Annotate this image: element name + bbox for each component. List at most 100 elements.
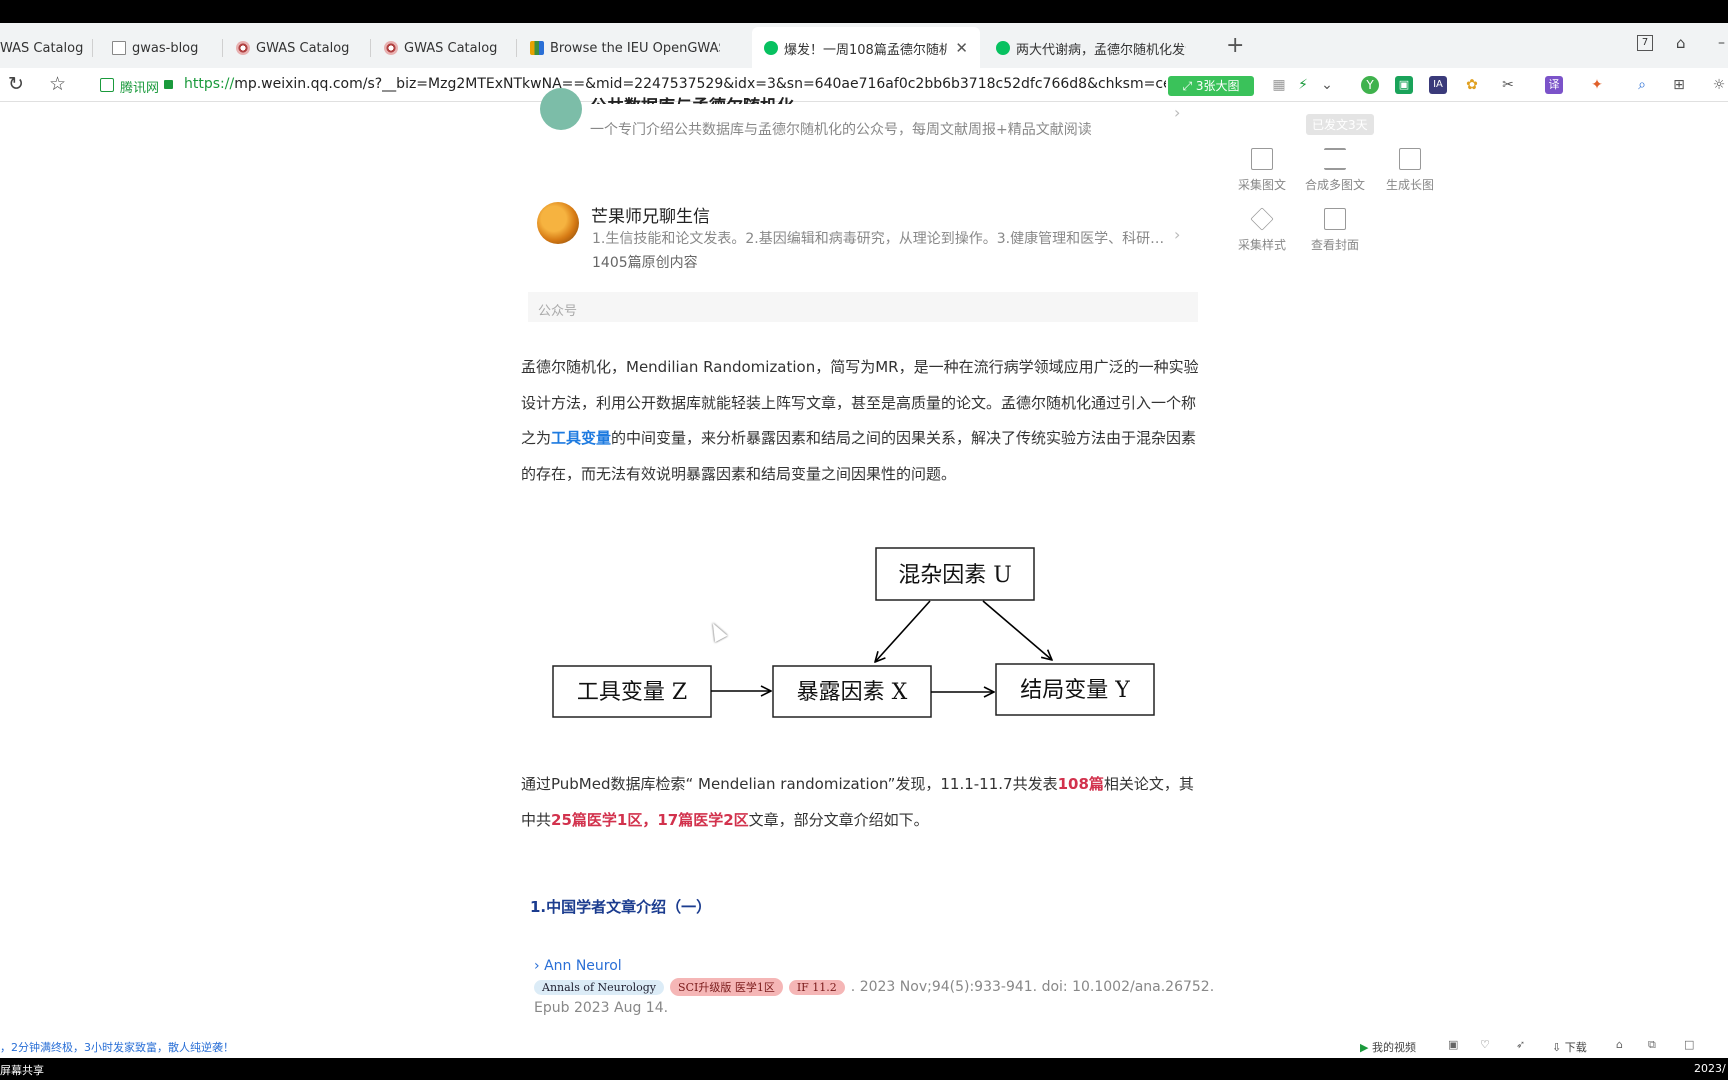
tab-divider <box>222 39 223 57</box>
new-tab-plus-icon[interactable]: + <box>1226 33 1244 58</box>
published-badge: 已发文3天 <box>1306 114 1374 135</box>
arrow-u-to-x <box>875 600 931 662</box>
address-bar: ↻ ☆ 腾讯网 https://mp.weixin.qq.com/s?__biz… <box>0 68 1728 102</box>
big-image-button[interactable]: ⤢ 3张大图 <box>1168 76 1254 96</box>
wechat-icon <box>764 41 778 55</box>
tab-gwas-catalog-3[interactable]: GWAS Catalog <box>384 36 497 60</box>
tab-divider <box>92 39 93 57</box>
chevron-right-icon: › <box>1174 103 1181 122</box>
instrument-label: 工具变量 Z <box>577 680 687 705</box>
arrow-u-to-y <box>982 600 1052 660</box>
taskbar: 屏幕共享 2023/ <box>0 1058 1728 1080</box>
exposure-label: 暴露因素 X <box>797 680 908 705</box>
epub-text: Epub 2023 Aug 14. <box>534 1000 669 1016</box>
image-icon <box>1324 208 1346 230</box>
citation-text: . 2023 Nov;94(5):933-941. doi: 10.1002/a… <box>850 979 1215 995</box>
status-bar: ，2分钟满终极，3小时发家致富，散人纯逆袭！ ▶ 我的视频 ▣ ♡ ➶ ⇩ 下载… <box>0 1036 1728 1056</box>
status-news-link[interactable]: ，2分钟满终极，3小时发家致富，散人纯逆袭！ <box>0 1039 234 1055</box>
impact-factor-pill: IF 11.2 <box>788 980 845 995</box>
lock-icon[interactable]: ⌂ <box>1616 1038 1623 1051</box>
tabs-icon[interactable]: ⧉ <box>1648 1038 1656 1052</box>
minimize-icon[interactable]: – <box>1718 35 1725 51</box>
merge-articles-tool[interactable]: 合成多图文 <box>1305 148 1365 193</box>
window-icon[interactable]: □ <box>1684 1038 1694 1051</box>
wechat-icon <box>996 41 1010 55</box>
chevron-down-icon[interactable]: ⌄ <box>1318 76 1336 94</box>
my-video-button[interactable]: ▶ 我的视频 <box>1360 1039 1416 1055</box>
bolt-icon[interactable]: ⚡ <box>1294 76 1312 94</box>
ieu-icon <box>530 41 544 55</box>
heart-icon[interactable]: ♡ <box>1480 1038 1490 1051</box>
long-image-tool[interactable]: 生成长图 <box>1380 148 1440 193</box>
section-title: 1.中国学者文章介绍（一） <box>530 898 712 916</box>
extension-ia-icon[interactable]: IA <box>1429 76 1447 94</box>
extension-book-icon[interactable]: ▣ <box>1395 76 1413 94</box>
extension-y-icon[interactable]: Y <box>1361 76 1379 94</box>
intro-paragraph: 孟德尔随机化，Mendilian Randomization，简写为MR，是一种… <box>521 358 1199 483</box>
journal-pill: Annals of Neurology <box>534 980 665 995</box>
tab-counter[interactable]: 7 <box>1637 35 1653 51</box>
account-avatar <box>537 202 579 244</box>
chevron-right-icon: › <box>534 958 545 974</box>
account-name: 公共数据库与孟德尔随机化 <box>590 92 794 104</box>
account-name: 芒果师兄聊生信 <box>591 207 710 227</box>
play-icon: ▶ <box>1360 1041 1372 1054</box>
tab-divider <box>516 39 517 57</box>
url-field[interactable]: https://mp.weixin.qq.com/s?__biz=Mzg2MTE… <box>184 76 1166 92</box>
scissors-icon[interactable]: ✂ <box>1499 76 1517 94</box>
gwas-icon <box>384 41 398 55</box>
expand-icon: ⤢ <box>1182 79 1196 93</box>
chevron-right-icon: › <box>1174 225 1181 244</box>
search-icon[interactable]: ⌕ <box>1633 76 1651 94</box>
tab-gwas-catalog-2[interactable]: GWAS Catalog <box>236 36 349 60</box>
account-footer: 公众号 <box>538 304 578 319</box>
tab-gwas-catalog-1[interactable]: WAS Catalog <box>0 36 83 60</box>
certificate-icon <box>100 78 114 92</box>
tab-ieu-opengwas[interactable]: Browse the IEU OpenGWAS <box>530 36 720 60</box>
tab-wechat-article-active[interactable]: 爆发！一周108篇孟德尔随机化 ✕ <box>752 27 980 69</box>
collect-article-tool[interactable]: 采集图文 <box>1232 148 1292 193</box>
list-add-icon <box>1324 148 1346 170</box>
mr-diagram: 混杂因素 U 工具变量 Z 暴露因素 X 结局变量 Y <box>552 547 1155 718</box>
settings-icon[interactable]: ☼ <box>1710 76 1728 94</box>
account-description: 一个专门介绍公共数据库与孟德尔随机化的公众号，每周文献周报+精品文献阅读 <box>590 122 1092 138</box>
account-footer-bg <box>528 292 1198 322</box>
download-button[interactable]: ⇩ 下载 <box>1552 1039 1587 1055</box>
rocket-icon[interactable]: ➶ <box>1516 1038 1525 1051</box>
lock-icon <box>164 80 173 89</box>
shirt-icon[interactable]: ⌂ <box>1676 34 1686 52</box>
summary-paragraph: 通过PubMed数据库检索“ Mendelian randomization”发… <box>521 775 1194 829</box>
reload-icon[interactable]: ↻ <box>8 73 24 95</box>
grid-icon[interactable]: ⊞ <box>1670 76 1688 94</box>
screen-top-bar <box>0 0 1728 23</box>
qr-icon[interactable]: ▦ <box>1270 76 1288 94</box>
download-icon: ⇩ <box>1552 1041 1565 1054</box>
journal-link[interactable]: › Ann Neurol <box>534 958 622 974</box>
account-avatar <box>540 88 582 130</box>
extension-puzzle-icon[interactable]: ✦ <box>1588 76 1606 94</box>
save-icon <box>1399 148 1421 170</box>
view-cover-tool[interactable]: 查看封面 <box>1305 208 1365 253</box>
extension-flower-icon[interactable]: ✿ <box>1463 76 1481 94</box>
collect-style-tool[interactable]: 采集样式 <box>1232 207 1292 253</box>
tab-wechat-article-2[interactable]: 两大代谢病，孟德尔随机化发9分 <box>996 36 1186 60</box>
document-icon <box>112 41 126 55</box>
star-icon[interactable]: ☆ <box>49 73 66 95</box>
site-badge: 腾讯网 <box>120 81 160 96</box>
image-icon[interactable]: ▣ <box>1448 1038 1458 1051</box>
clock-label: 2023/ <box>1694 1062 1726 1075</box>
close-icon[interactable]: ✕ <box>955 39 968 57</box>
confounder-label: 混杂因素 U <box>898 563 1012 588</box>
document-icon <box>1251 148 1273 170</box>
account-article-count: 1405篇原创内容 <box>592 255 698 271</box>
tab-gwas-blog[interactable]: gwas-blog <box>112 36 198 60</box>
tab-divider <box>370 39 371 57</box>
sci-pill: SCI升级版 医学1区 <box>670 978 783 996</box>
account-description: 1.生信技能和论文发表。2.基因编辑和病毒研究，从理论到操作。3.健康管理和医学… <box>592 231 1165 247</box>
instrument-variable-link[interactable]: 工具变量 <box>551 429 611 447</box>
translate-icon[interactable]: 译 <box>1545 76 1563 94</box>
citation-line: Annals of Neurology SCI升级版 医学1区 IF 11.2 . 2… <box>534 978 1214 996</box>
screen-share-label: 屏幕共享 <box>0 1064 44 1077</box>
layers-icon <box>1250 207 1274 231</box>
gwas-icon <box>236 41 250 55</box>
